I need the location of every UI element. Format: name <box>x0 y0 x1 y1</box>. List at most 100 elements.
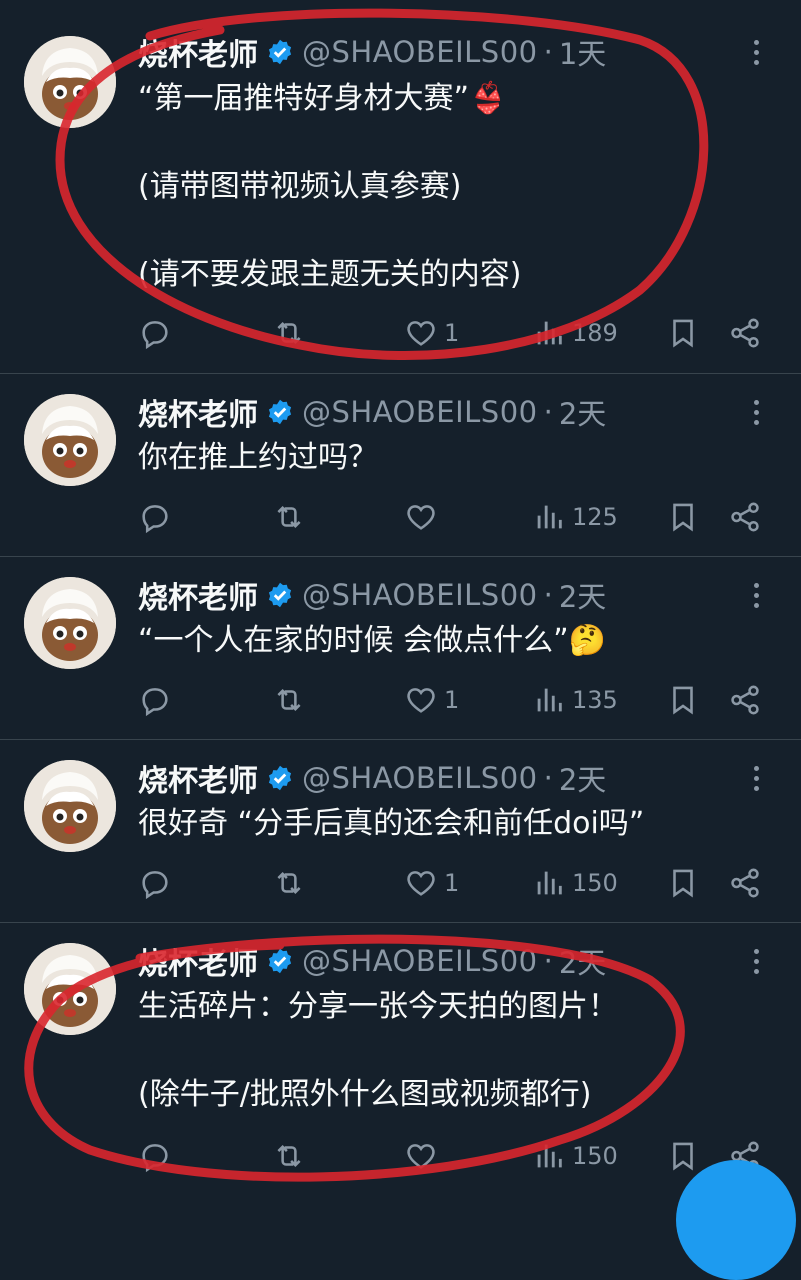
user-handle[interactable]: @SHAOBEILS00 <box>302 35 538 69</box>
retweet-button[interactable] <box>272 680 306 720</box>
more-options-icon[interactable] <box>744 392 768 432</box>
avatar[interactable] <box>24 394 116 486</box>
like-icon <box>407 321 435 346</box>
bookmark-button[interactable] <box>666 680 700 720</box>
tweet[interactable]: 烧杯老师 @SHAOBEILS00 · 2天 生活碎片：分享一张今天拍的图片！ … <box>0 923 801 1200</box>
views-button[interactable]: 189 <box>532 313 618 353</box>
display-name[interactable]: 烧杯老师 <box>138 573 258 617</box>
tweet[interactable]: 烧杯老师 @SHAOBEILS00 · 2天 你在推上约过吗？ 125 <box>0 374 801 557</box>
reply-button[interactable] <box>138 497 172 537</box>
like-icon <box>407 688 435 713</box>
like-button[interactable] <box>404 497 444 537</box>
bookmark-icon <box>673 686 693 715</box>
bookmark-button[interactable] <box>666 497 700 537</box>
tweet[interactable]: 烧杯老师 @SHAOBEILS00 · 2天 “一个人在家的时候 会做点什么”🤔… <box>0 557 801 740</box>
avatar[interactable] <box>24 760 116 852</box>
share-button[interactable] <box>728 863 762 903</box>
dot-separator: · <box>543 35 553 69</box>
timestamp[interactable]: 2天 <box>559 940 606 982</box>
reply-icon <box>142 688 168 717</box>
tweet[interactable]: 烧杯老师 @SHAOBEILS00 · 1天 “第一届推特好身材大赛”👙 (请带… <box>0 0 801 374</box>
retweet-icon <box>277 321 301 345</box>
dot-separator: · <box>543 944 553 978</box>
views-icon <box>537 505 562 529</box>
tweet-actions: 1 135 <box>138 680 768 720</box>
tweet-text-line: (请不要发跟主题无关的内容) <box>138 257 522 292</box>
like-count: 1 <box>444 869 460 897</box>
bookmark-icon <box>673 319 693 348</box>
tweet-text-line: 很好奇 “分手后真的还会和前任doi吗” <box>138 806 645 841</box>
view-count: 150 <box>572 1142 618 1170</box>
retweet-icon <box>277 505 301 529</box>
share-button[interactable] <box>728 313 762 353</box>
more-options-icon[interactable] <box>744 32 768 72</box>
display-name[interactable]: 烧杯老师 <box>138 939 258 983</box>
bookmark-button[interactable] <box>666 313 700 353</box>
display-name[interactable]: 烧杯老师 <box>138 30 258 74</box>
tweet-feed: 烧杯老师 @SHAOBEILS00 · 1天 “第一届推特好身材大赛”👙 (请带… <box>0 0 801 1280</box>
tweet[interactable]: 烧杯老师 @SHAOBEILS00 · 2天 很好奇 “分手后真的还会和前任do… <box>0 740 801 923</box>
views-button[interactable]: 150 <box>532 863 618 903</box>
views-button[interactable]: 125 <box>532 497 618 537</box>
tweet-header: 烧杯老师 @SHAOBEILS00 · 2天 <box>138 573 606 617</box>
timestamp[interactable]: 2天 <box>559 757 606 799</box>
views-button[interactable]: 150 <box>532 1136 618 1176</box>
avatar[interactable] <box>24 577 116 669</box>
reply-button[interactable] <box>138 313 172 353</box>
bookmark-icon <box>673 503 693 532</box>
like-icon <box>407 1144 435 1169</box>
views-button[interactable]: 135 <box>532 680 618 720</box>
reply-button[interactable] <box>138 680 172 720</box>
dot-separator: · <box>543 578 553 612</box>
retweet-button[interactable] <box>272 313 306 353</box>
verified-badge-icon <box>266 38 294 66</box>
share-button[interactable] <box>728 680 762 720</box>
like-button[interactable]: 1 <box>404 313 459 353</box>
like-icon <box>407 505 435 530</box>
timestamp[interactable]: 1天 <box>559 31 606 73</box>
retweet-button[interactable] <box>272 863 306 903</box>
dot-separator: · <box>543 761 553 795</box>
tweet-text-line: (请带图带视频认真参赛) <box>138 169 462 204</box>
retweet-icon <box>277 871 301 895</box>
like-button[interactable]: 1 <box>404 680 459 720</box>
views-icon <box>537 1144 562 1168</box>
like-button[interactable]: 1 <box>404 863 459 903</box>
timestamp[interactable]: 2天 <box>559 574 606 616</box>
share-button[interactable] <box>728 497 762 537</box>
tweet-text: 你在推上约过吗？ <box>138 436 768 480</box>
like-button[interactable] <box>404 1136 444 1176</box>
bookmark-button[interactable] <box>666 863 700 903</box>
more-options-icon[interactable] <box>744 758 768 798</box>
views-icon <box>537 688 562 712</box>
more-options-icon[interactable] <box>744 941 768 981</box>
user-handle[interactable]: @SHAOBEILS00 <box>302 578 538 612</box>
like-count: 1 <box>444 686 460 714</box>
user-handle[interactable]: @SHAOBEILS00 <box>302 944 538 978</box>
retweet-button[interactable] <box>272 497 306 537</box>
retweet-button[interactable] <box>272 1136 306 1176</box>
dot-separator: · <box>543 395 553 429</box>
display-name[interactable]: 烧杯老师 <box>138 756 258 800</box>
tweet-actions: 125 <box>138 497 768 537</box>
reply-button[interactable] <box>138 863 172 903</box>
retweet-icon <box>277 1144 301 1168</box>
reply-button[interactable] <box>138 1136 172 1176</box>
retweet-icon <box>277 688 301 712</box>
compose-button[interactable] <box>676 1160 796 1280</box>
user-handle[interactable]: @SHAOBEILS00 <box>302 395 538 429</box>
avatar[interactable] <box>24 36 116 128</box>
like-count: 1 <box>444 319 460 347</box>
bookmark-button[interactable] <box>666 1136 700 1176</box>
timestamp[interactable]: 2天 <box>559 391 606 433</box>
tweet-header: 烧杯老师 @SHAOBEILS00 · 2天 <box>138 390 606 434</box>
tweet-text-line: (除牛子/批照外什么图或视频都行) <box>138 1077 592 1112</box>
display-name[interactable]: 烧杯老师 <box>138 390 258 434</box>
verified-badge-icon <box>266 764 294 792</box>
more-options-icon[interactable] <box>744 575 768 615</box>
user-handle[interactable]: @SHAOBEILS00 <box>302 761 538 795</box>
share-icon <box>731 318 759 348</box>
tweet-text: 生活碎片：分享一张今天拍的图片！ (除牛子/批照外什么图或视频都行) <box>138 985 768 1117</box>
tweet-text-line: 你在推上约过吗？ <box>138 440 378 475</box>
avatar[interactable] <box>24 943 116 1035</box>
